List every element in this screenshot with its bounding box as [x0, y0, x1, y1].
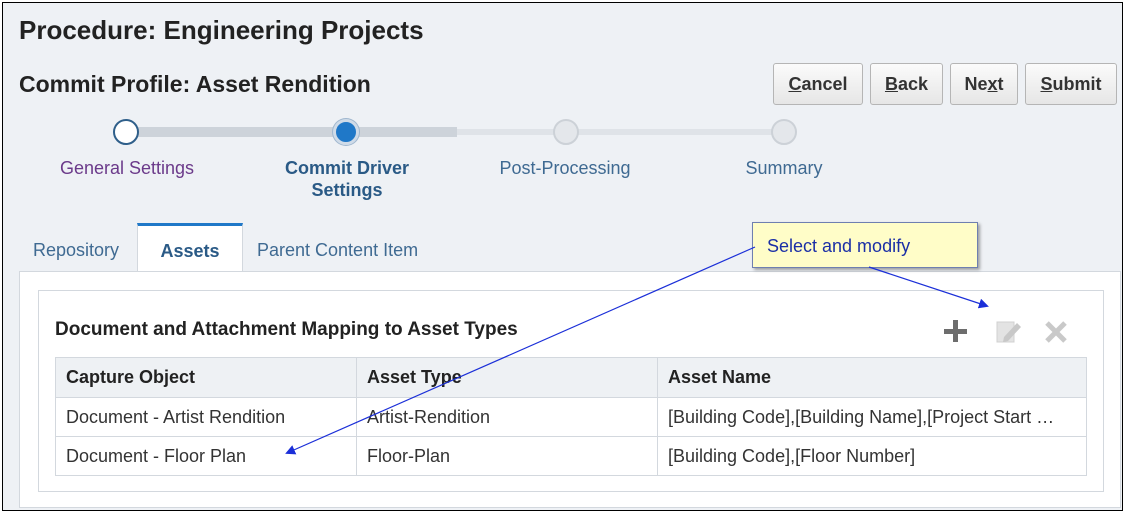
- table-row[interactable]: Document - Artist Rendition Artist-Rendi…: [55, 397, 1087, 437]
- train-label-general-settings[interactable]: General Settings: [27, 157, 227, 179]
- next-label-rest: t: [997, 74, 1004, 94]
- submit-label-rest: ubmit: [1052, 74, 1102, 94]
- next-label-pre: Ne: [964, 74, 988, 94]
- back-button[interactable]: Back: [870, 63, 943, 105]
- column-header-asset-name[interactable]: Asset Name: [657, 357, 1087, 398]
- back-access-key: B: [884, 74, 898, 94]
- cancel-button[interactable]: Cancel: [773, 63, 863, 105]
- mapping-table: Capture Object Asset Type Asset Name Doc…: [55, 357, 1087, 476]
- tab-content-area: Document and Attachment Mapping to Asset…: [19, 271, 1121, 508]
- train-stop-post-processing[interactable]: [553, 119, 579, 145]
- train-stop-commit-driver-settings[interactable]: [333, 119, 359, 145]
- mapping-panel: Document and Attachment Mapping to Asset…: [38, 290, 1104, 492]
- train-remaining-line: [457, 129, 787, 135]
- cell-asset-name: [Building Code],[Floor Number]: [657, 436, 1087, 476]
- train-stop-summary[interactable]: [771, 119, 797, 145]
- train-stop-general-settings[interactable]: [113, 119, 139, 145]
- table-header-row: Capture Object Asset Type Asset Name: [55, 357, 1087, 398]
- train-label-post-processing[interactable]: Post-Processing: [465, 157, 665, 179]
- train-label-summary[interactable]: Summary: [684, 157, 884, 179]
- tab-parent-content-item[interactable]: Parent Content Item: [243, 223, 432, 273]
- cancel-access-key: C: [788, 74, 802, 94]
- next-button[interactable]: Next: [950, 63, 1018, 105]
- cell-asset-name: [Building Code],[Building Name],[Project…: [657, 397, 1087, 437]
- add-icon[interactable]: [939, 315, 973, 349]
- tab-assets[interactable]: Assets: [137, 223, 243, 273]
- procedure-title: Procedure: Engineering Projects: [19, 15, 424, 45]
- tab-repository[interactable]: Repository: [19, 223, 133, 273]
- cell-capture-object: Document - Artist Rendition: [55, 397, 357, 437]
- application-frame: Procedure: Engineering Projects Commit P…: [2, 2, 1123, 511]
- cell-asset-type: Artist-Rendition: [356, 397, 658, 437]
- callout-note: Select and modify: [752, 222, 978, 268]
- table-row[interactable]: Document - Floor Plan Floor-Plan [Buildi…: [55, 436, 1087, 476]
- column-header-asset-type[interactable]: Asset Type: [356, 357, 658, 398]
- cell-asset-type: Floor-Plan: [356, 436, 658, 476]
- next-access-key: x: [987, 74, 998, 94]
- cancel-label-rest: ancel: [801, 74, 848, 94]
- submit-access-key: S: [1040, 74, 1053, 94]
- submit-button[interactable]: Submit: [1025, 63, 1117, 105]
- train-progress-line: [125, 127, 457, 137]
- back-label-rest: ack: [897, 74, 929, 94]
- edit-icon[interactable]: [991, 315, 1025, 349]
- cell-capture-object: Document - Floor Plan: [55, 436, 357, 476]
- delete-icon[interactable]: [1039, 315, 1073, 349]
- panel-title: Document and Attachment Mapping to Asset…: [55, 319, 518, 340]
- train-label-commit-driver-settings[interactable]: Commit Driver Settings: [247, 157, 447, 201]
- column-header-capture-object[interactable]: Capture Object: [55, 357, 357, 398]
- commit-profile-title: Commit Profile: Asset Rendition: [19, 71, 371, 97]
